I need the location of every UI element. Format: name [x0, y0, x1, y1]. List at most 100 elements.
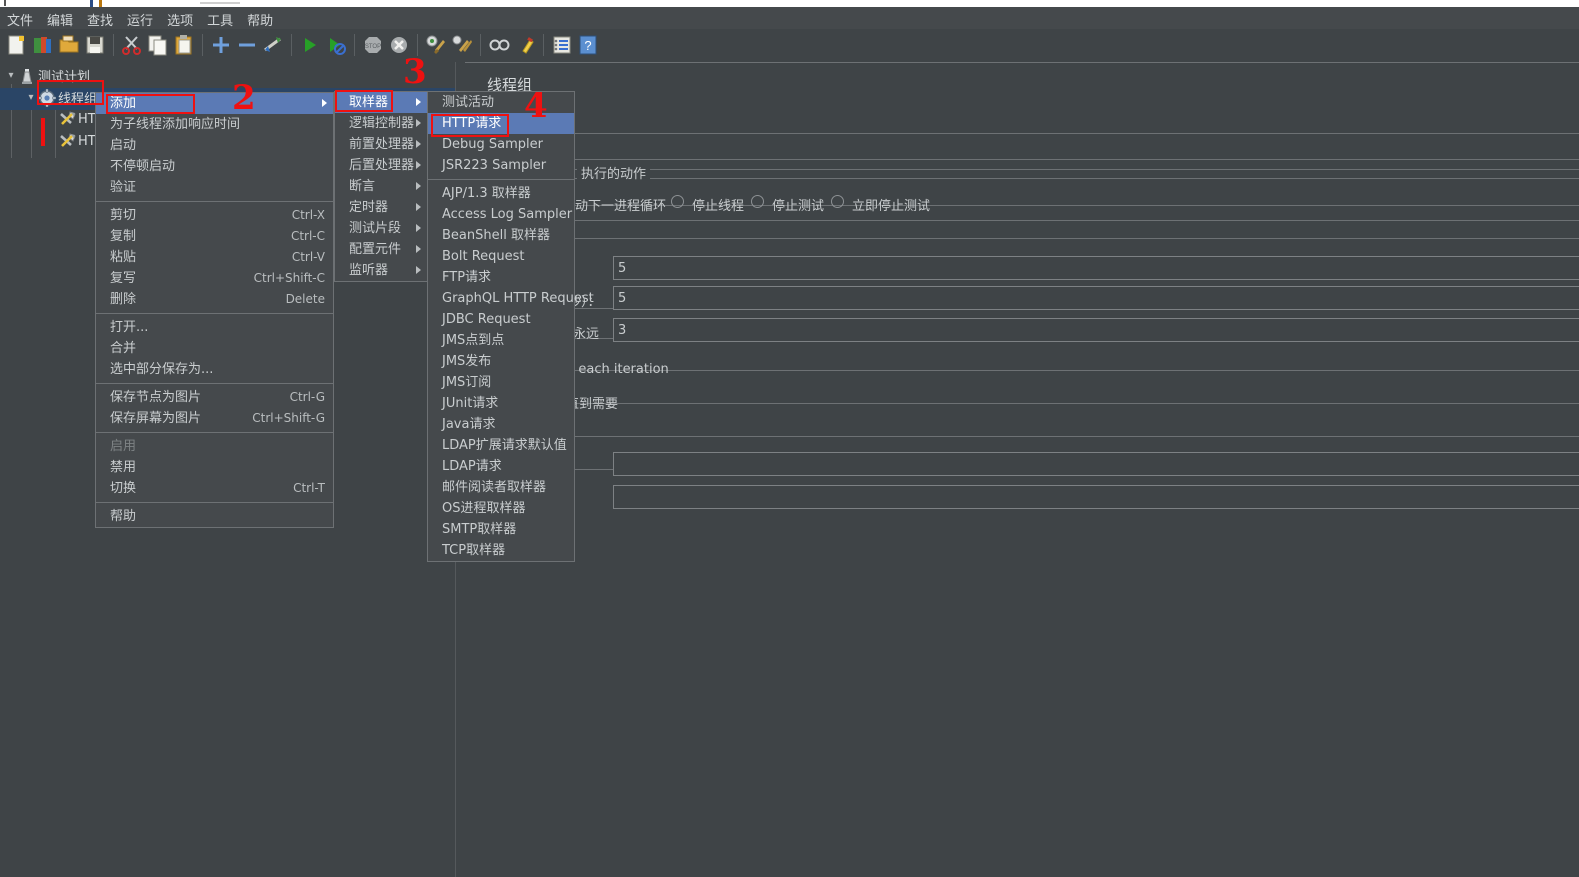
sampler-submenu-item-20[interactable]: OS进程取样器 [428, 498, 574, 519]
menu-item-label: Java请求 [442, 417, 496, 432]
new-file-icon[interactable] [4, 30, 30, 60]
sampler-submenu-item-21[interactable]: SMTP取样器 [428, 519, 574, 540]
menu-item-label: 为子线程添加响应时间 [110, 117, 241, 132]
context-menu-item-6[interactable]: 剪切 Ctrl-X [96, 205, 333, 226]
panel-band [465, 403, 1579, 404]
sampler-submenu-item-19[interactable]: 邮件阅读者取样器 [428, 477, 574, 498]
sampler-submenu-item-3[interactable]: JSR223 Sampler [428, 155, 574, 176]
sampler-submenu-item-11[interactable]: JDBC Request [428, 309, 574, 330]
svg-text:?: ? [584, 38, 591, 53]
context-menu-item-3[interactable]: 不停顿启动 [96, 156, 333, 177]
duration-field[interactable] [613, 452, 1579, 476]
ramp-up-field[interactable]: 5 [613, 286, 1579, 310]
strip-tick-b [90, 0, 93, 7]
context-menu-item-19[interactable]: 启用 [96, 436, 333, 457]
sampler-submenu-item-9[interactable]: FTP请求 [428, 267, 574, 288]
add-submenu-item-3[interactable]: 后置处理器 [335, 155, 427, 176]
menu-item-accelerator: Ctrl-G [289, 390, 325, 404]
stop-icon[interactable]: STOP [360, 30, 386, 60]
strip-tick-a [4, 0, 6, 6]
loop-count-field[interactable]: 3 [613, 318, 1579, 342]
shutdown-icon[interactable] [386, 30, 412, 60]
sampler-submenu-item-1[interactable]: HTTP请求 [428, 113, 574, 134]
sampler-submenu-item-15[interactable]: JUnit请求 [428, 393, 574, 414]
sampler-submenu-item-13[interactable]: JMS发布 [428, 351, 574, 372]
sampler-submenu-item-16[interactable]: Java请求 [428, 414, 574, 435]
cut-icon[interactable] [119, 30, 145, 60]
open-templates-icon[interactable] [30, 30, 56, 60]
menu-item-accelerator: Ctrl+Shift-C [253, 271, 325, 285]
sampler-submenu[interactable]: 测试活动 HTTP请求 Debug Sampler JSR223 Sampler AJP… [427, 91, 594, 562]
clear-all-icon[interactable] [449, 30, 475, 60]
expand-all-icon[interactable] [208, 30, 234, 60]
menu-item-label: OS进程取样器 [442, 501, 526, 516]
tree-node-0[interactable]: ▾ 测试计划 [0, 66, 455, 88]
context-menu-item-20[interactable]: 禁用 [96, 457, 333, 478]
context-menu-item-23[interactable]: 帮助 [96, 506, 333, 527]
context-menu-item-9[interactable]: 复写 Ctrl+Shift-C [96, 268, 333, 289]
help-icon[interactable]: ? [575, 30, 601, 60]
context-menu-item-14[interactable]: 选中部分保存为... [96, 359, 333, 380]
add-submenu-item-2[interactable]: 前置处理器 [335, 134, 427, 155]
context-menu-item-12[interactable]: 打开... [96, 317, 333, 338]
toggle-icon[interactable] [260, 30, 286, 60]
save-icon[interactable] [82, 30, 108, 60]
sampler-submenu-item-2[interactable]: Debug Sampler [428, 134, 574, 155]
sampler-submenu-item-18[interactable]: LDAP请求 [428, 456, 574, 477]
open-folder-icon[interactable] [56, 30, 82, 60]
sampler-submenu-item-14[interactable]: JMS订阅 [428, 372, 574, 393]
add-submenu-item-6[interactable]: 测试片段 [335, 218, 427, 239]
context-menu-item-10[interactable]: 删除 Delete [96, 289, 333, 310]
context-menu-item-0[interactable]: 添加 [96, 93, 333, 114]
clear-icon[interactable] [423, 30, 449, 60]
sampler-submenu-item-0[interactable]: 测试活动 [428, 92, 574, 113]
start-no-pauses-icon[interactable] [323, 30, 349, 60]
context-menu-item-16[interactable]: 保存节点为图片 Ctrl-G [96, 387, 333, 408]
radio-stop-test[interactable] [751, 195, 764, 208]
copy-icon[interactable] [145, 30, 171, 60]
paste-icon[interactable] [171, 30, 197, 60]
panel-band [465, 238, 1579, 239]
menu-item-label: 定时器 [349, 200, 389, 215]
collapse-all-icon[interactable] [234, 30, 260, 60]
num-threads-field[interactable]: 5 [613, 256, 1579, 280]
context-menu[interactable]: 添加为子线程添加响应时间启动 不停顿启动 验证剪切 Ctrl-X 复制 Ctrl-C 粘贴 C… [95, 92, 334, 528]
context-menu-item-2[interactable]: 启动 [96, 135, 333, 156]
sampler-submenu-item-8[interactable]: Bolt Request [428, 246, 574, 267]
add-submenu-item-8[interactable]: 监听器 [335, 260, 427, 281]
radio-stop-thread[interactable] [671, 195, 684, 208]
search-icon[interactable] [486, 30, 512, 60]
strip-tick-d [200, 2, 240, 4]
toolbar-separator [354, 34, 355, 56]
add-submenu-item-1[interactable]: 逻辑控制器 [335, 113, 427, 134]
sampler-submenu-item-12[interactable]: JMS点到点 [428, 330, 574, 351]
sampler-submenu-item-6[interactable]: Access Log Sampler [428, 204, 574, 225]
add-submenu-item-7[interactable]: 配置元件 [335, 239, 427, 260]
add-submenu-item-5[interactable]: 定时器 [335, 197, 427, 218]
context-menu-item-8[interactable]: 粘贴 Ctrl-V [96, 247, 333, 268]
startup-delay-field[interactable] [613, 485, 1579, 509]
start-icon[interactable] [297, 30, 323, 60]
chevron-down-icon[interactable]: ▾ [24, 92, 38, 103]
sampler-submenu-item-5[interactable]: AJP/1.3 取样器 [428, 183, 574, 204]
test-plan-icon [18, 67, 36, 85]
add-submenu[interactable]: 取样器 逻辑控制器 前置处理器 后置处理器 断言定时器测试片段 配置元件 监听器 [334, 91, 428, 282]
search-reset-icon[interactable] [512, 30, 538, 60]
context-menu-item-21[interactable]: 切换 Ctrl-T [96, 478, 333, 499]
sampler-submenu-item-7[interactable]: BeanShell 取样器 [428, 225, 574, 246]
add-submenu-item-0[interactable]: 取样器 [335, 92, 427, 113]
context-menu-item-4[interactable]: 验证 [96, 177, 333, 198]
sampler-submenu-item-22[interactable]: TCP取样器 [428, 540, 574, 561]
context-menu-item-7[interactable]: 复制 Ctrl-C [96, 226, 333, 247]
menu-item-label: Bolt Request [442, 249, 525, 264]
strip-tick-c [99, 0, 102, 7]
chevron-down-icon[interactable]: ▾ [4, 70, 18, 81]
context-menu-item-17[interactable]: 保存屏幕为图片 Ctrl+Shift-G [96, 408, 333, 429]
function-helper-icon[interactable] [549, 30, 575, 60]
context-menu-item-13[interactable]: 合并 [96, 338, 333, 359]
radio-stop-test-now[interactable] [831, 195, 844, 208]
context-menu-item-1[interactable]: 为子线程添加响应时间 [96, 114, 333, 135]
add-submenu-item-4[interactable]: 断言 [335, 176, 427, 197]
sampler-submenu-item-17[interactable]: LDAP扩展请求默认值 [428, 435, 574, 456]
sampler-submenu-item-10[interactable]: GraphQL HTTP Request [428, 288, 594, 309]
